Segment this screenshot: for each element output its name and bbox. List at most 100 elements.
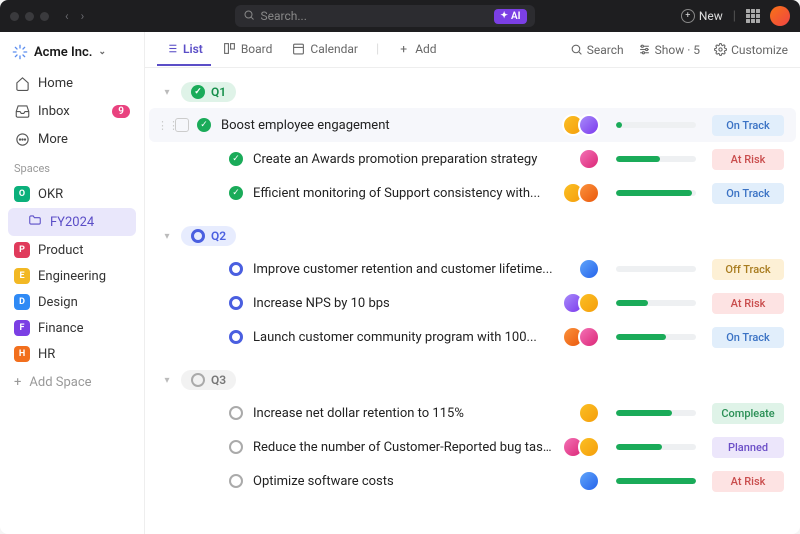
checkbox[interactable]	[175, 118, 189, 132]
group-header-q2[interactable]: ▾ Q2	[149, 220, 796, 252]
status-chip[interactable]: Off Track	[712, 259, 784, 280]
assignee-avatar[interactable]	[578, 292, 600, 314]
task-status-icon[interactable]: ✓	[229, 186, 243, 200]
view-tab-calendar[interactable]: Calendar	[284, 34, 366, 66]
progress-bar	[616, 156, 696, 162]
task-row[interactable]: ⋮⋮ ✓ Boost employee engagement On Track	[149, 108, 796, 142]
assignees[interactable]	[562, 114, 600, 136]
sidebar-space-okr[interactable]: OOKR	[8, 181, 136, 207]
progress-bar	[616, 300, 696, 306]
nav-forward-icon[interactable]: ›	[77, 7, 89, 25]
task-name[interactable]: Improve customer retention and customer …	[251, 262, 570, 277]
group-header-q1[interactable]: ▾ ✓Q1	[149, 76, 796, 108]
space-label: HR	[38, 347, 55, 362]
task-row[interactable]: ⋮⋮ Increase net dollar retention to 115%…	[149, 396, 796, 430]
task-row[interactable]: ⋮⋮ Reduce the number of Customer-Reporte…	[149, 430, 796, 464]
drag-handle-icon[interactable]: ⋮⋮	[157, 119, 167, 132]
task-row[interactable]: ⋮⋮ Optimize software costs At Risk	[149, 464, 796, 498]
status-chip[interactable]: Planned	[712, 437, 784, 458]
sidebar-folder-fy2024[interactable]: FY2024	[8, 208, 136, 236]
workspace-switcher[interactable]: Acme Inc. ⌄	[8, 40, 136, 68]
apps-grid-icon[interactable]	[746, 9, 760, 23]
group-header-q3[interactable]: ▾ Q3	[149, 364, 796, 396]
assignee-avatar[interactable]	[578, 402, 600, 424]
nav-back-icon[interactable]: ‹	[61, 7, 73, 25]
sidebar-item-more[interactable]: More	[8, 126, 136, 152]
new-button[interactable]: + New	[681, 9, 723, 23]
add-view-button[interactable]: + Add	[389, 34, 444, 66]
assignee-avatar[interactable]	[578, 436, 600, 458]
assignees[interactable]	[562, 326, 600, 348]
status-chip[interactable]: On Track	[712, 115, 784, 136]
toolbar-search-button[interactable]: Search	[570, 43, 624, 57]
task-name[interactable]: Reduce the number of Customer-Reported b…	[251, 440, 554, 455]
status-chip[interactable]: At Risk	[712, 293, 784, 314]
status-chip[interactable]: On Track	[712, 327, 784, 348]
collapse-toggle-icon[interactable]: ▾	[161, 375, 173, 386]
assignee-avatar[interactable]	[578, 114, 600, 136]
task-row[interactable]: ⋮⋮ Improve customer retention and custom…	[149, 252, 796, 286]
collapse-toggle-icon[interactable]: ▾	[161, 87, 173, 98]
task-row[interactable]: ⋮⋮ Increase NPS by 10 bps At Risk	[149, 286, 796, 320]
task-status-icon[interactable]	[229, 406, 243, 420]
task-name[interactable]: Boost employee engagement	[219, 118, 554, 133]
task-row[interactable]: ⋮⋮ ✓ Create an Awards promotion preparat…	[149, 142, 796, 176]
progress-bar	[616, 266, 696, 272]
group-pill[interactable]: Q3	[181, 370, 236, 390]
assignees[interactable]	[562, 182, 600, 204]
window-controls[interactable]	[10, 12, 49, 21]
sidebar-space-engineering[interactable]: EEngineering	[8, 263, 136, 289]
view-tab-board[interactable]: Board	[215, 34, 281, 66]
status-chip[interactable]: At Risk	[712, 149, 784, 170]
task-name[interactable]: Increase NPS by 10 bps	[251, 296, 554, 311]
toolbar-customize-button[interactable]: Customize	[714, 43, 788, 57]
task-name[interactable]: Create an Awards promotion preparation s…	[251, 152, 570, 167]
status-chip[interactable]: Compleate	[712, 403, 784, 424]
ai-button[interactable]: AI	[494, 9, 526, 24]
add-space-button[interactable]: + Add Space	[8, 369, 136, 396]
sidebar: Acme Inc. ⌄ Home Inbox 9 More Spaces OOK…	[0, 32, 145, 534]
assignees[interactable]	[578, 258, 600, 280]
task-status-icon[interactable]	[229, 296, 243, 310]
sidebar-space-finance[interactable]: FFinance	[8, 315, 136, 341]
sidebar-space-hr[interactable]: HHR	[8, 341, 136, 367]
user-avatar[interactable]	[770, 6, 790, 26]
task-row[interactable]: ⋮⋮ Launch customer community program wit…	[149, 320, 796, 354]
status-active-icon	[191, 229, 205, 243]
assignees[interactable]	[578, 148, 600, 170]
assignee-avatar[interactable]	[578, 258, 600, 280]
task-status-icon[interactable]	[229, 440, 243, 454]
assignee-avatar[interactable]	[578, 148, 600, 170]
task-status-icon[interactable]	[229, 330, 243, 344]
sidebar-space-design[interactable]: DDesign	[8, 289, 136, 315]
collapse-toggle-icon[interactable]: ▾	[161, 231, 173, 242]
task-name[interactable]: Optimize software costs	[251, 474, 570, 489]
task-name[interactable]: Efficient monitoring of Support consiste…	[251, 186, 554, 201]
assignees[interactable]	[562, 292, 600, 314]
status-chip[interactable]: At Risk	[712, 471, 784, 492]
view-tab-list[interactable]: List	[157, 34, 211, 66]
task-name[interactable]: Increase net dollar retention to 115%	[251, 406, 570, 421]
sidebar-space-product[interactable]: PProduct	[8, 237, 136, 263]
assignees[interactable]	[578, 470, 600, 492]
assignee-avatar[interactable]	[578, 326, 600, 348]
group-pill[interactable]: Q2	[181, 226, 236, 246]
view-toolbar: List Board Calendar | + Add	[145, 32, 800, 68]
task-status-icon[interactable]: ✓	[229, 152, 243, 166]
task-row[interactable]: ⋮⋮ ✓ Efficient monitoring of Support con…	[149, 176, 796, 210]
status-chip[interactable]: On Track	[712, 183, 784, 204]
assignees[interactable]	[578, 402, 600, 424]
global-search-input[interactable]: Search... AI	[235, 5, 535, 27]
assignee-avatar[interactable]	[578, 182, 600, 204]
task-status-icon[interactable]	[229, 474, 243, 488]
group-pill[interactable]: ✓Q1	[181, 82, 236, 102]
task-status-icon[interactable]	[229, 262, 243, 276]
toolbar-show-button[interactable]: Show · 5	[638, 43, 700, 57]
sidebar-item-home[interactable]: Home	[8, 70, 136, 96]
task-status-icon[interactable]: ✓	[197, 118, 211, 132]
task-name[interactable]: Launch customer community program with 1…	[251, 330, 554, 345]
more-icon	[14, 131, 30, 147]
sidebar-item-inbox[interactable]: Inbox 9	[8, 98, 136, 124]
assignees[interactable]	[562, 436, 600, 458]
assignee-avatar[interactable]	[578, 470, 600, 492]
